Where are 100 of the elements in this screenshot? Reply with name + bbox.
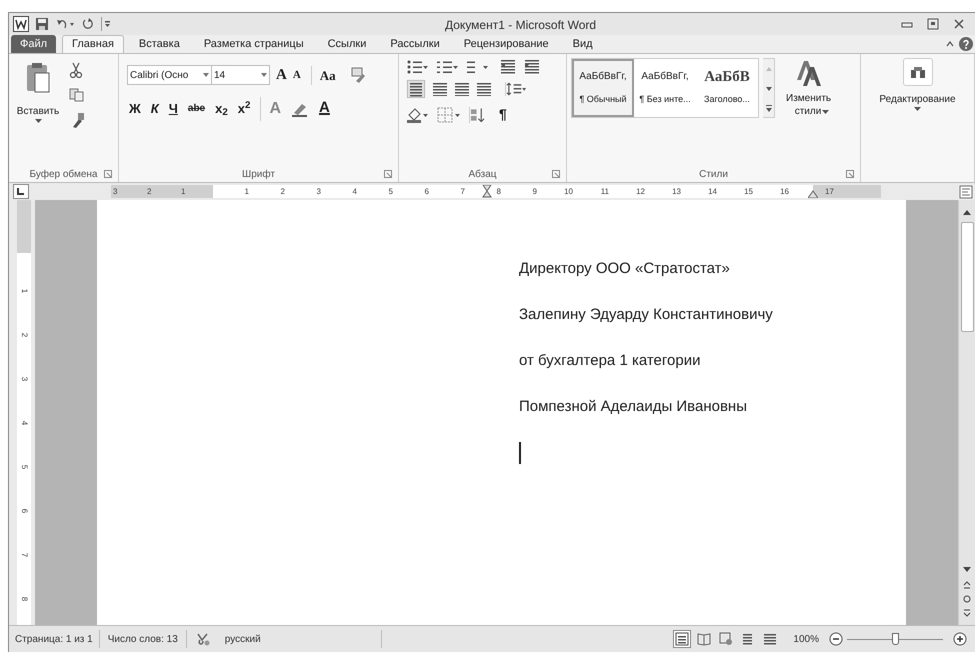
zoom-out-icon[interactable] [829,632,843,646]
font-name-field[interactable]: Calibri (Осно [127,65,212,86]
ruler-number: 12 [636,186,645,198]
right-indent-marker-icon[interactable] [808,190,818,198]
shrink-font-button[interactable]: A [292,67,301,84]
strikethrough-button[interactable]: abe [188,101,206,116]
next-page-icon[interactable] [962,607,972,619]
paste-button[interactable]: Вставить [13,60,63,128]
text-cursor [519,442,521,464]
clear-formatting-icon[interactable] [350,67,366,84]
ribbon-tab[interactable]: Вставка [130,35,189,53]
ribbon-tab[interactable]: Разметка страницы [194,35,313,53]
undo-icon[interactable] [55,17,75,31]
ruler-number: 7 [19,552,30,558]
multilevel-list-icon[interactable] [467,60,489,74]
decrease-indent-icon[interactable] [501,60,517,74]
ruler-number: 8 [496,186,501,198]
ruler-number: 5 [388,186,393,198]
increase-indent-icon[interactable] [525,60,541,74]
previous-page-icon[interactable] [962,579,972,591]
word-logo-icon[interactable] [13,16,29,32]
bold-button[interactable]: Ж [129,98,141,118]
clipboard-icon [25,62,51,94]
ruler-number: 7 [460,186,465,198]
ribbon-tab[interactable]: Рассылки [381,35,449,53]
tab-selector-icon[interactable] [13,184,29,199]
group-label: Шрифт [242,168,275,182]
borders-icon[interactable] [437,106,461,122]
justify-icon[interactable] [477,82,491,96]
subscript-button[interactable]: x$_{2}$ [215,98,228,118]
numbering-icon[interactable] [437,60,459,74]
dropdown-arrow-icon [261,73,267,78]
draft-icon [763,632,778,646]
change-case-button[interactable]: Aa [310,66,336,85]
style-item[interactable]: АаБбВвГг, ¶ Обычный [572,59,634,117]
change-styles-button[interactable]: Изменить стили [783,58,833,115]
document-paragraph: Директору ООО «Стратостат» [519,259,731,279]
ruler-number: 13 [672,186,681,198]
ruler-number: 6 [19,508,30,514]
ribbon-tab[interactable]: Вид [564,35,602,53]
reading-layout-icon [697,632,712,646]
ribbon-tab[interactable]: Рецензирование [454,35,558,53]
align-left-icon[interactable] [407,80,425,98]
line-spacing-icon[interactable] [505,82,527,96]
shading-icon[interactable] [407,106,429,122]
italic-button[interactable]: К [150,98,159,118]
scissors-icon[interactable] [69,62,83,78]
dialog-launcher-icon[interactable] [104,170,112,178]
align-right-icon[interactable] [455,82,469,96]
maximize-icon[interactable] [927,18,939,30]
font-color-button[interactable]: A [319,97,330,120]
copy-icon[interactable] [69,88,85,102]
styles-letters-icon [795,58,821,88]
word-count[interactable]: Число слов: 13 [100,630,187,648]
ribbon-tab[interactable]: Ссылки [318,35,376,53]
style-item[interactable]: АаБбВ Заголово... [696,59,758,117]
zoom-level[interactable]: 100% [793,632,819,646]
group-label: Абзац [468,168,497,182]
customize-toolbar-icon[interactable] [101,17,111,31]
page-count[interactable]: Страница: 1 из 1 [9,630,100,648]
font-size-field[interactable]: 14 [212,65,270,86]
group-label: Буфер обмена [30,168,98,182]
browse-object-icon[interactable] [962,593,972,605]
ruler-number: 5 [19,464,30,470]
editing-button[interactable]: Редактирование [879,58,956,112]
redo-icon[interactable] [81,17,95,31]
save-icon[interactable] [35,17,49,31]
scroll-thumb[interactable] [960,222,974,332]
ruler-number: 2 [19,332,30,338]
dialog-launcher-icon[interactable] [552,170,560,178]
dropdown-arrow-icon [203,73,209,78]
zoom-in-icon[interactable] [953,632,967,646]
close-icon[interactable] [953,18,965,30]
ruler-number: 17 [825,186,834,198]
language-label[interactable]: русский [224,630,382,648]
dialog-launcher-icon[interactable] [384,170,392,178]
zoom-slider-thumb[interactable] [892,633,899,645]
view-ruler-icon[interactable] [959,184,973,198]
dropdown-arrow-icon [914,107,921,112]
file-tab[interactable]: Файл [11,35,56,53]
help-icon[interactable] [959,37,973,51]
sort-icon[interactable] [469,106,485,122]
align-center-icon[interactable] [433,82,447,96]
ruler-number: 2 [280,186,285,198]
underline-button[interactable]: Ч [168,98,178,118]
indent-marker-icon[interactable] [482,185,492,198]
superscript-button[interactable]: x$^{2}$ [238,98,250,118]
show-formatting-marks-button[interactable]: ¶ [499,104,507,125]
view-button[interactable] [673,630,692,648]
document-paragraph: Помпезной Аделаиды Ивановны [519,397,748,417]
ruler-number: 1 [244,186,249,198]
dropdown-arrow-icon [822,110,829,115]
ribbon-tab[interactable]: Главная [62,35,124,53]
ruler-number: 9 [532,186,537,198]
style-item[interactable]: АаБбВвГг, ¶ Без инте... [634,59,696,117]
scrollbar[interactable] [958,200,975,625]
dialog-launcher-icon[interactable] [846,170,854,178]
bullets-icon[interactable] [407,60,429,74]
grow-font-button[interactable]: A [276,64,287,86]
collapse-ribbon-icon[interactable] [945,39,955,49]
